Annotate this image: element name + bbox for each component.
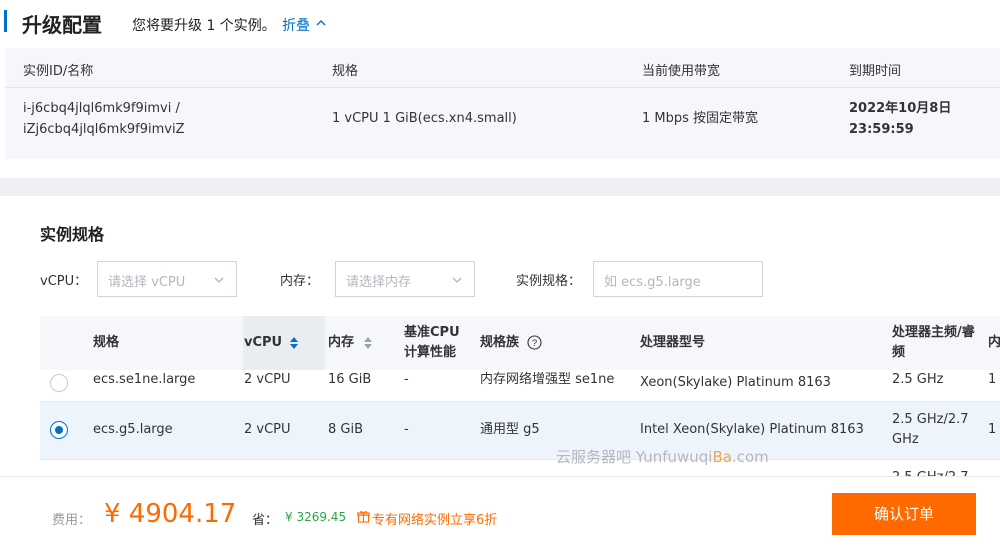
instance-type-placeholder: 如 ecs.g5.large [604,275,701,290]
instance-spec-table: 规格 vCPU 内存 基准CPU 计算性能 规格族 ? 处理器型号 处理器主频/… [40,316,1000,476]
instance-type-filter-label: 实例规格： [516,274,582,289]
cell-cpu-model: Intel Xeon(Skylake) Platinum 8163 [640,422,864,437]
th-frequency-line1: 处理器主频/睿 [892,325,975,340]
col-bandwidth: 当前使用带宽 [642,64,721,79]
section-divider [0,178,1000,196]
cell-cpu-model: Xeon(Skylake) Platinum 8163 [640,375,831,390]
confirm-order-button[interactable]: 确认订单 [832,493,976,535]
cell-baseline: - [404,422,409,437]
vcpu-select-placeholder: 请选择 vCPU [108,275,186,290]
expiry-date: 2022年10月8日 [849,101,952,116]
help-icon[interactable]: ? [527,335,542,350]
cell-frequency: 2.5 GHz [892,372,944,387]
order-footer: 费用： ¥ 4904.17 省： ¥ 3269.45 专有网络实例立享6折 确认… [0,476,1000,545]
memory-filter-label: 内存： [280,274,320,289]
cell-frequency: 2.5 GHz/2.7 [892,468,969,476]
promo-text: 专有网络实例立享6折 [372,513,498,528]
vcpu-filter-label: vCPU： [40,274,88,289]
upgrade-count-text: 您将要升级 1 个实例。 [132,18,276,34]
chevron-down-icon [452,277,462,283]
cell-frequency-line1: 2.5 GHz/2.7 [892,412,969,427]
th-extra-truncated: 内 [988,335,1000,350]
expiry-time: 23:59:59 [849,122,914,137]
collapse-link[interactable]: 折叠 [282,15,310,35]
th-baseline-line2: 计算性能 [404,345,457,360]
spec-table-header: 规格 vCPU 内存 基准CPU 计算性能 规格族 ? 处理器型号 处理器主频/… [40,316,1000,370]
instance-id-line1: i-j6cbq4jlql6mk9f9imvi / [23,101,180,116]
table-row[interactable]: 2.5 GHz/2.7 [40,460,1000,476]
cell-family: 内存网络增强型 se1ne [480,372,615,387]
cell-family: 通用型 g5 [480,422,540,437]
cell-vcpu: 2 vCPU [244,422,291,437]
watermark: 云服务器吧 YunfuwuqiBa.com [556,446,769,467]
watermark-text: 云服务器吧 Yunfuwuqi [556,448,713,466]
th-baseline-line1: 基准CPU [404,325,460,340]
svg-text:?: ? [532,338,537,349]
th-spec: 规格 [93,335,120,350]
watermark-domain: .com [731,448,769,466]
instance-id-line2: iZj6cbq4jlql6mk9f9imviZ [23,122,185,137]
save-value: ¥ 3269.45 [285,510,347,524]
th-family: 规格族 [480,335,520,350]
chevron-down-icon [214,277,224,283]
fee-label: 费用： [52,513,92,528]
col-instance-id: 实例ID/名称 [23,64,94,79]
col-spec: 规格 [332,64,359,79]
cell-extra: 1 [988,422,997,437]
memory-select[interactable]: 请选择内存 [335,261,475,297]
cell-spec: ecs.g5.large [93,422,173,437]
th-frequency-line2: 频 [892,345,906,360]
summary-header-row: 实例ID/名称 规格 当前使用带宽 到期时间 [5,48,1000,88]
page-header: 升级配置 您将要升级 1 个实例。 折叠 [0,0,1000,48]
col-expiry: 到期时间 [849,64,902,79]
cell-vcpu: 2 vCPU [244,372,291,387]
vcpu-select[interactable]: 请选择 vCPU [97,261,237,297]
cell-memory: 16 GiB [328,372,372,387]
cell-memory: 8 GiB [328,422,364,437]
memory-select-placeholder: 请选择内存 [346,275,412,290]
instance-summary-table: 实例ID/名称 规格 当前使用带宽 到期时间 i-j6cbq4jlql6mk9f… [5,48,1000,159]
cell-frequency-line2: GHz [892,432,919,447]
sort-icon[interactable] [290,337,298,349]
gift-icon [357,511,370,523]
cell-extra: 1 [988,372,997,387]
chevron-up-icon[interactable] [316,18,326,28]
table-row-selected[interactable]: ecs.g5.large 2 vCPU 8 GiB - 通用型 g5 Intel… [40,402,1000,460]
cell-baseline: - [404,372,409,387]
section-title-instance-spec: 实例规格 [40,225,105,244]
instance-type-input[interactable]: 如 ecs.g5.large [593,261,763,297]
row-radio[interactable] [50,374,68,392]
title-accent-bar [4,10,7,32]
cell-spec: ecs.se1ne.large [93,372,196,387]
fee-value: ¥ 4904.17 [104,499,237,529]
th-vcpu[interactable]: vCPU [244,334,282,352]
current-spec: 1 vCPU 1 GiB(ecs.xn4.small) [332,111,517,126]
current-bandwidth: 1 Mbps 按固定带宽 [642,111,759,126]
th-memory[interactable]: 内存 [328,334,354,352]
sort-icon[interactable] [364,337,372,349]
th-cpu-model: 处理器型号 [640,335,706,350]
page-title: 升级配置 [22,13,102,37]
watermark-highlight: Ba [712,448,732,466]
save-label: 省： [252,513,279,528]
row-radio-selected[interactable] [50,421,68,439]
